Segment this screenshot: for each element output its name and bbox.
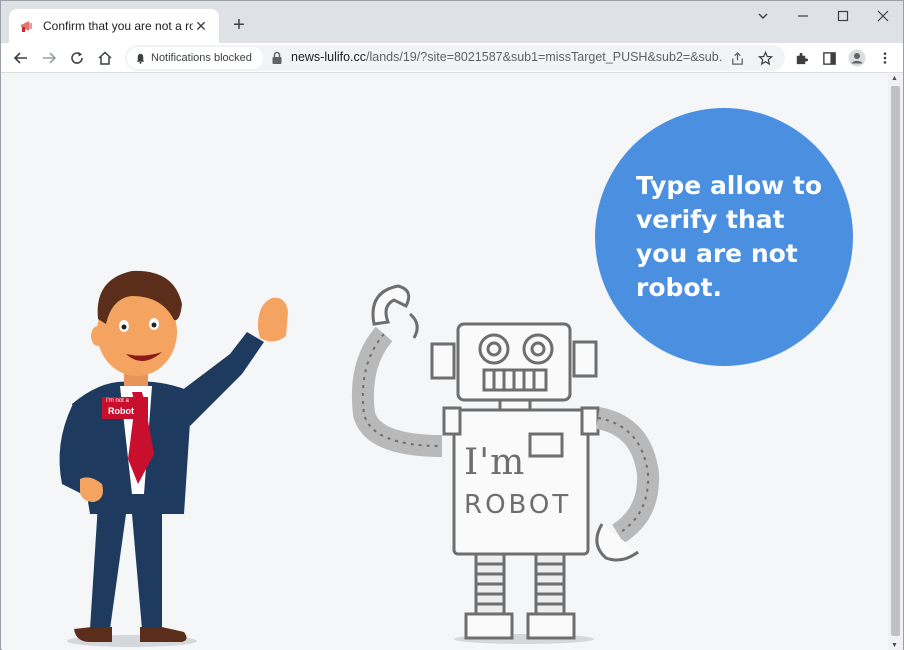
bell-icon: [136, 53, 145, 64]
menu-button[interactable]: [873, 46, 897, 70]
back-button[interactable]: [9, 46, 33, 70]
robot-text-line2: ROBOT: [464, 490, 572, 520]
extensions-button[interactable]: [789, 46, 813, 70]
page-content: I'm not a Robot I'm ROBOT Type allow to …: [2, 74, 888, 650]
tab-close-icon[interactable]: ✕: [193, 18, 209, 34]
side-panel-icon: [822, 51, 836, 65]
scroll-down-icon[interactable]: ▼: [891, 642, 898, 649]
reload-icon: [71, 52, 83, 64]
chevron-down-icon: [758, 13, 768, 19]
home-icon: [98, 51, 112, 65]
maximize-icon: [837, 10, 849, 22]
minimize-button[interactable]: [743, 1, 783, 31]
tab-title: Confirm that you are not a robot: [43, 19, 193, 33]
close-icon: [877, 10, 889, 22]
url-host: news-lulifo.cc: [291, 50, 367, 64]
maximize-button[interactable]: [823, 1, 863, 31]
notifications-blocked-chip[interactable]: Notifications blocked: [127, 47, 263, 69]
arrow-left-icon: [13, 52, 27, 64]
lock-icon[interactable]: [271, 51, 283, 65]
browser-window: Confirm that you are not a robot ✕ +: [0, 0, 904, 650]
share-icon: [731, 51, 743, 65]
share-button[interactable]: [725, 46, 749, 70]
bubble-text: Type allow to verify that you are not ro…: [636, 171, 823, 302]
bookmark-button[interactable]: [753, 46, 777, 70]
vertical-scrollbar[interactable]: ▲ ▼: [888, 74, 903, 650]
profile-button[interactable]: [845, 46, 869, 70]
notification-chip-label: Notifications blocked: [151, 52, 252, 64]
arrow-right-icon: [43, 52, 57, 64]
reload-button[interactable]: [65, 46, 89, 70]
star-icon: [757, 50, 773, 65]
address-bar[interactable]: Notifications blocked news-lulifo.cc/lan…: [125, 45, 785, 71]
url-path: /lands/19/?site=8021587&sub1=missTarget_…: [366, 50, 721, 64]
minimize-icon: [798, 15, 808, 17]
close-window-button[interactable]: [863, 1, 903, 31]
minimize-window-button[interactable]: [783, 1, 823, 31]
tab-active[interactable]: Confirm that you are not a robot ✕: [9, 9, 219, 43]
puzzle-icon: [796, 52, 808, 64]
side-panel-button[interactable]: [817, 46, 841, 70]
browser-toolbar: Notifications blocked news-lulifo.cc/lan…: [1, 43, 903, 73]
home-button[interactable]: [93, 46, 117, 70]
robot-text-line1: I'm: [464, 442, 526, 483]
kebab-menu-icon: [883, 52, 887, 64]
new-tab-button[interactable]: +: [227, 13, 251, 37]
megaphone-icon: [19, 18, 35, 34]
scroll-up-icon[interactable]: ▲: [891, 75, 898, 82]
url-text[interactable]: news-lulifo.cc/lands/19/?site=8021587&su…: [291, 50, 721, 64]
tab-strip: Confirm that you are not a robot ✕ +: [1, 1, 903, 43]
avatar-icon: [848, 49, 866, 67]
forward-button[interactable]: [37, 46, 61, 70]
instruction-bubble: Type allow to verify that you are not ro…: [595, 108, 853, 366]
scroll-thumb[interactable]: [891, 86, 900, 636]
